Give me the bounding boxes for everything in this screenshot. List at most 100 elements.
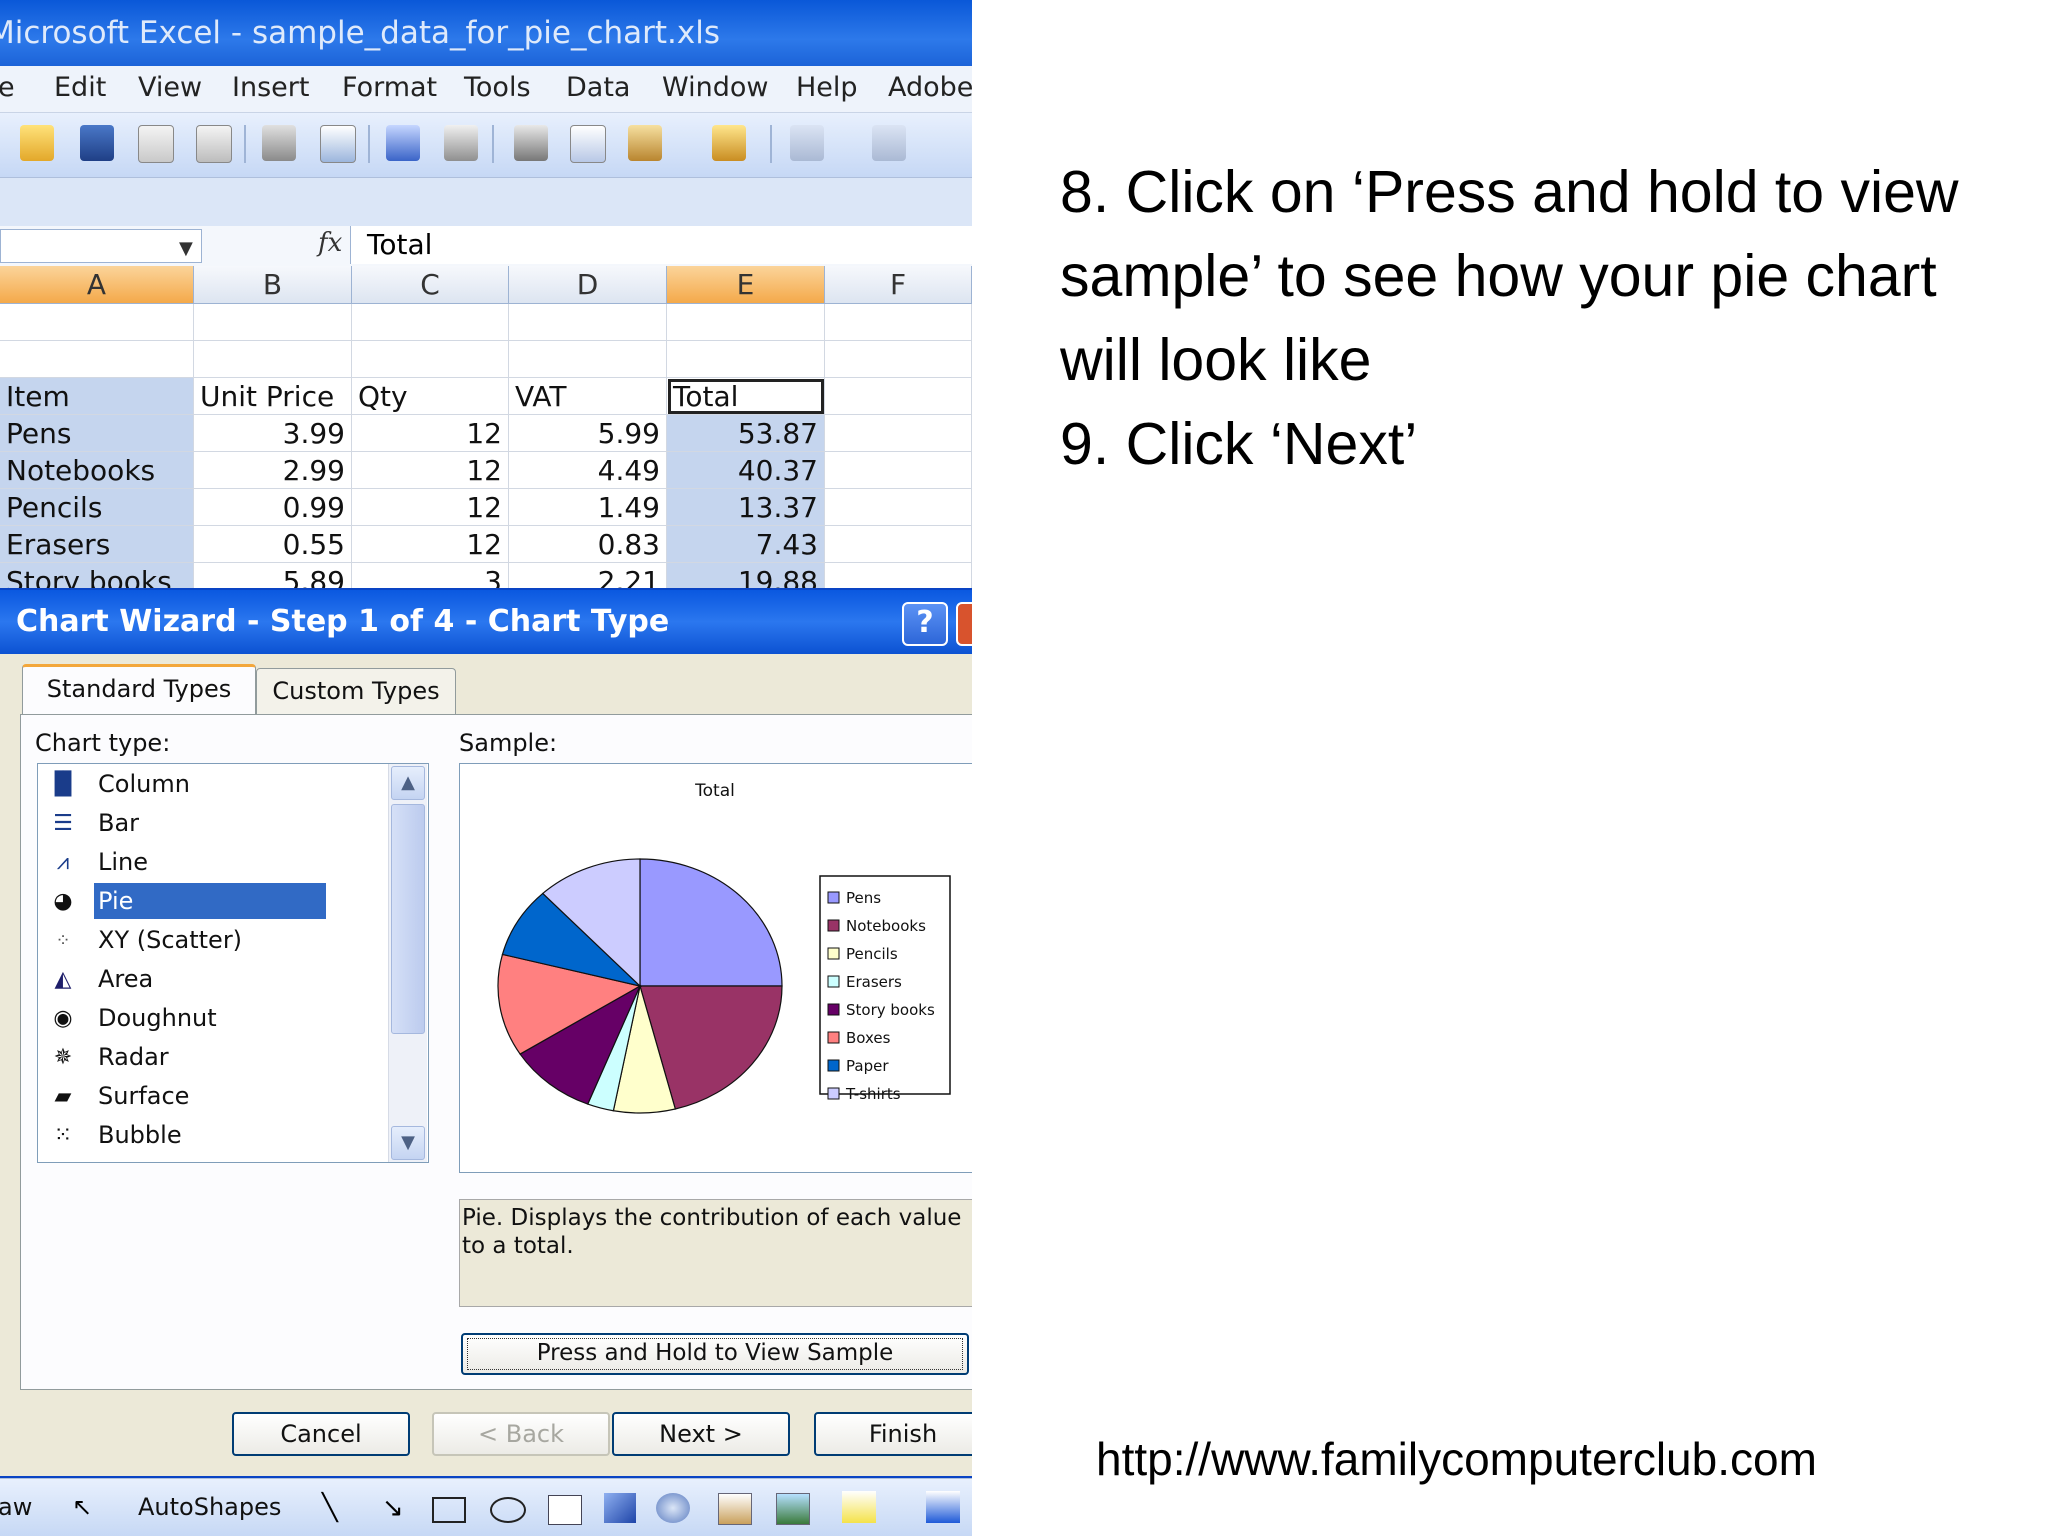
cell-vat[interactable]: 1.49 [509,489,667,526]
cell-qty[interactable]: 12 [352,452,509,489]
chart-type-list[interactable]: ▐▌ Column ☰ Bar ⩘ Line ◕ Pie ⁘ XY (Scatter) ◭… [37,763,429,1163]
list-item-doughnut[interactable]: ◉ Doughnut [42,1000,388,1036]
clip-art-icon[interactable] [718,1493,752,1525]
diagram-icon[interactable] [656,1493,690,1523]
menu-file[interactable]: e [0,72,15,103]
cell-total[interactable]: 7.43 [667,526,825,563]
grid-cell[interactable] [509,341,667,378]
chart-type-scrollbar[interactable]: ▲ ▼ [388,764,427,1162]
back-button[interactable]: < Back [432,1412,610,1456]
list-item-bar[interactable]: ☰ Bar [42,805,388,841]
cell-item-header[interactable]: Item [0,378,194,415]
autoshapes-menu[interactable]: AutoShapes [138,1493,281,1521]
cell-unit-price-header[interactable]: Unit Price [194,378,352,415]
list-item-radar[interactable]: ✵ Radar [42,1039,388,1075]
list-item-bubble[interactable]: ⁙ Bubble [42,1117,388,1153]
cell-qty[interactable]: 12 [352,526,509,563]
next-button[interactable]: Next > [612,1412,790,1456]
list-item-column[interactable]: ▐▌ Column [42,766,388,802]
select-objects-icon[interactable]: ↖ [72,1493,92,1521]
copy-icon[interactable] [570,125,606,163]
fx-icon[interactable]: fx [318,228,342,258]
redo-icon[interactable] [872,125,906,161]
cell-vat[interactable]: 0.83 [509,526,667,563]
chevron-up-icon[interactable]: ▲ [391,766,425,800]
press-and-hold-button[interactable]: Press and Hold to View Sample [461,1333,969,1375]
cell-item[interactable]: Pencils [0,489,194,526]
cell-item[interactable]: Erasers [0,526,194,563]
grid-cell[interactable] [825,489,972,526]
email-icon[interactable] [196,125,232,163]
grid-cell[interactable] [194,304,352,341]
print-icon[interactable] [262,125,296,161]
cell-unit-price[interactable]: 3.99 [194,415,352,452]
grid-cell[interactable] [667,341,825,378]
grid-cell[interactable] [194,341,352,378]
research-icon[interactable] [444,125,478,161]
tab-standard-types[interactable]: Standard Types [22,664,256,714]
menu-help[interactable]: Help [796,72,858,103]
list-item-pie[interactable]: ◕ Pie [42,883,388,919]
format-painter-icon[interactable] [712,125,746,161]
grid-cell[interactable] [0,341,194,378]
grid-cell[interactable] [509,304,667,341]
menu-edit[interactable]: Edit [54,72,106,103]
line-icon[interactable]: ╲ [322,1493,338,1523]
list-item-surface[interactable]: ▰ Surface [42,1078,388,1114]
oval-icon[interactable] [490,1497,526,1523]
grid-cell[interactable] [667,304,825,341]
name-box[interactable]: ▼ [0,229,202,263]
cell-vat-header[interactable]: VAT [509,378,667,415]
cell-qty-header[interactable]: Qty [352,378,509,415]
close-button[interactable] [956,602,972,646]
text-box-icon[interactable] [548,1495,582,1525]
insert-picture-icon[interactable] [776,1493,810,1525]
grid-cell[interactable] [825,341,972,378]
column-header-b[interactable]: B [194,266,352,304]
open-icon[interactable] [20,125,54,161]
help-button[interactable]: ? [902,602,948,646]
chevron-down-icon[interactable]: ▼ [179,238,193,259]
cell-unit-price[interactable]: 0.55 [194,526,352,563]
tab-custom-types[interactable]: Custom Types [256,668,456,714]
wordart-icon[interactable] [604,1493,636,1523]
cell-unit-price[interactable]: 0.99 [194,489,352,526]
column-header-c[interactable]: C [352,266,509,304]
cell-vat[interactable]: 5.99 [509,415,667,452]
cell-vat[interactable]: 4.49 [509,452,667,489]
cut-icon[interactable] [514,125,548,161]
list-item-line[interactable]: ⩘ Line [42,844,388,880]
menu-insert[interactable]: Insert [232,72,309,103]
cell-qty[interactable]: 12 [352,489,509,526]
grid-cell[interactable] [352,341,509,378]
menu-tools[interactable]: Tools [464,72,531,103]
save-icon[interactable] [80,125,114,161]
grid-cell[interactable] [825,452,972,489]
cell-total-header[interactable]: Total [667,378,825,415]
menu-adobe[interactable]: Adobe [888,72,972,103]
column-header-a[interactable]: A [0,266,194,304]
list-item-area[interactable]: ◭ Area [42,961,388,997]
finish-button[interactable]: Finish [814,1412,972,1456]
cancel-button[interactable]: Cancel [232,1412,410,1456]
menu-data[interactable]: Data [566,72,630,103]
grid-cell[interactable] [0,304,194,341]
grid-cell[interactable] [825,526,972,563]
print-preview-icon[interactable] [320,125,356,163]
grid-cell[interactable] [825,415,972,452]
scroll-thumb[interactable] [391,804,425,1034]
menu-view[interactable]: View [138,72,202,103]
chevron-down-icon[interactable]: ▼ [391,1126,425,1160]
formula-input[interactable]: Total [350,226,972,264]
cell-total[interactable]: 53.87 [667,415,825,452]
cell-item[interactable]: Notebooks [0,452,194,489]
draw-menu[interactable]: aw [0,1493,32,1521]
paste-icon[interactable] [628,125,662,161]
cell-qty[interactable]: 12 [352,415,509,452]
line-color-icon[interactable] [926,1491,960,1523]
cell-unit-price[interactable]: 2.99 [194,452,352,489]
fill-color-icon[interactable] [842,1491,876,1523]
cell-item[interactable]: Pens [0,415,194,452]
menu-window[interactable]: Window [662,72,768,103]
column-header-f[interactable]: F [825,266,972,304]
